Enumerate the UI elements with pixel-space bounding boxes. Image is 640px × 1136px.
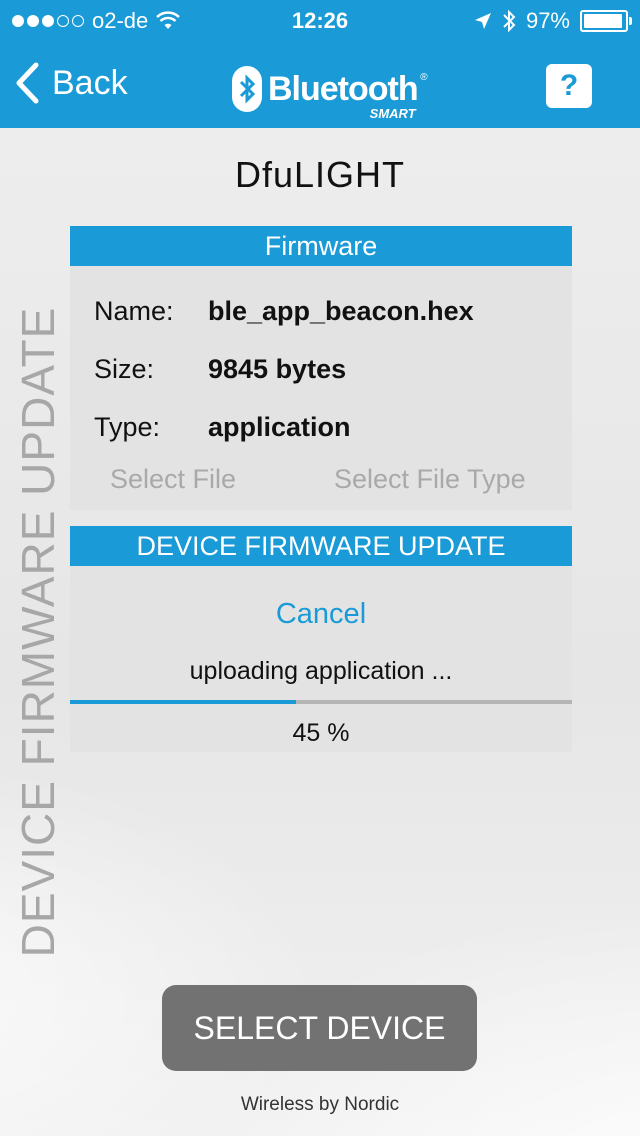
firmware-size-row: Size: 9845 bytes <box>94 354 346 385</box>
brand-name: Bluetooth <box>268 70 419 108</box>
bluetooth-rune-icon <box>232 66 262 112</box>
dfu-header: DEVICE FIRMWARE UPDATE <box>70 526 572 566</box>
navigation-bar: o2-de 12:26 97% Back Bluetooth ® SMART ? <box>0 0 640 128</box>
side-title: DEVICE FIRMWARE UPDATE <box>12 306 64 958</box>
type-value: application <box>208 412 351 442</box>
bluetooth-status-icon <box>503 9 516 33</box>
chevron-left-icon <box>16 62 39 104</box>
firmware-name-row: Name: ble_app_beacon.hex <box>94 296 474 327</box>
upload-percent: 45 % <box>292 719 350 747</box>
size-label: Size: <box>94 354 155 384</box>
back-button[interactable]: Back <box>14 58 128 108</box>
footer-credit: Wireless by Nordic <box>240 1094 400 1115</box>
upload-progress-fill <box>70 700 296 704</box>
select-file-type-button[interactable]: Select File Type <box>334 464 526 495</box>
help-button[interactable]: ? <box>546 64 592 108</box>
upload-progress-bar <box>70 700 572 704</box>
status-bar: o2-de 12:26 97% <box>0 0 640 40</box>
type-label: Type: <box>94 412 161 442</box>
select-device-button[interactable]: SELECT DEVICE <box>162 985 477 1071</box>
name-label: Name: <box>94 296 174 326</box>
brand-sub: SMART <box>369 106 416 121</box>
cancel-button[interactable]: Cancel <box>70 598 572 631</box>
firmware-header: Firmware <box>70 226 572 266</box>
location-arrow-icon <box>474 13 491 29</box>
size-value: 9845 bytes <box>208 354 347 384</box>
name-value: ble_app_beacon.hex <box>208 296 474 326</box>
upload-status: uploading application ... <box>189 657 453 685</box>
bluetooth-smart-logo: Bluetooth ® SMART <box>232 58 428 121</box>
firmware-panel: Firmware Name: ble_app_beacon.hex Size: … <box>70 226 572 510</box>
battery-icon <box>580 10 632 32</box>
help-icon: ? <box>559 69 579 102</box>
back-label: Back <box>52 63 128 102</box>
dfu-panel: DEVICE FIRMWARE UPDATE Cancel uploading … <box>70 526 572 752</box>
battery-percent: 97% <box>525 8 570 33</box>
firmware-type-row: Type: application <box>94 412 351 443</box>
device-name: DfuLIGHT <box>234 154 406 195</box>
select-file-button[interactable]: Select File <box>110 464 236 495</box>
